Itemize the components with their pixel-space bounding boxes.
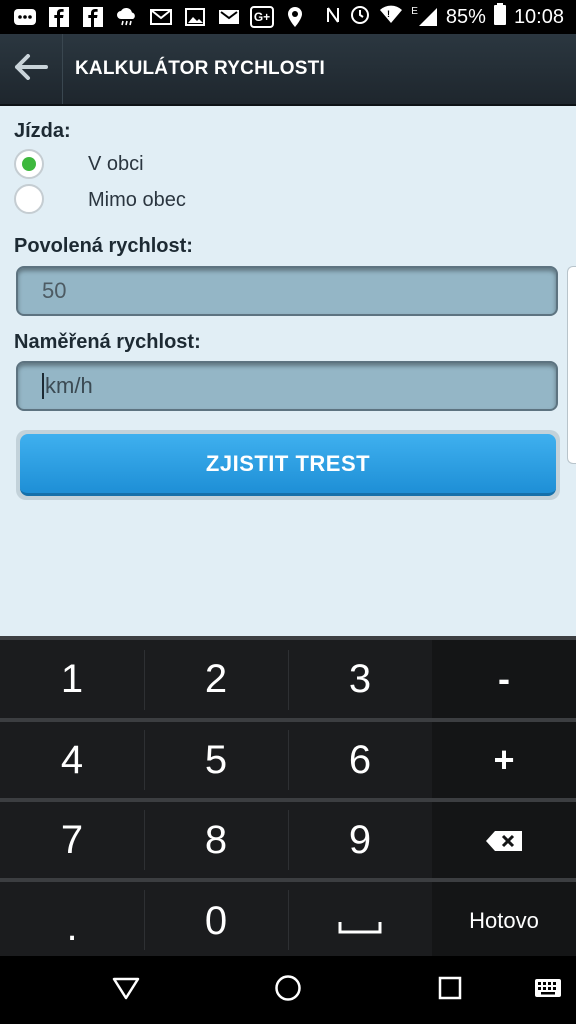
home-nav-button[interactable] [270, 972, 306, 1008]
radio-selected-dot [22, 157, 36, 171]
measured-speed-placeholder: km/h [45, 373, 93, 398]
measured-speed-input[interactable]: km/h [16, 361, 558, 411]
keyboard-col-divider [288, 810, 289, 870]
allowed-speed-label: Povolená rychlost: [14, 235, 193, 257]
wifi-icon: ! [379, 4, 403, 30]
key-dot[interactable]: . [0, 882, 144, 960]
key-1[interactable]: 1 [0, 640, 144, 718]
nfc-icon [325, 5, 341, 30]
battery-level: 85% [445, 5, 486, 28]
clock: 10:08 [513, 5, 564, 28]
radio-label-v-obci[interactable]: V obci [88, 153, 144, 176]
bbm-icon [12, 6, 38, 28]
allowed-speed-value: 50 [42, 278, 67, 303]
email-icon [148, 6, 174, 28]
key-backspace[interactable] [432, 802, 576, 878]
key-0[interactable]: 0 [144, 882, 288, 960]
google-plus-icon: G+ [250, 6, 274, 28]
key-7[interactable]: 7 [0, 802, 144, 878]
submit-button-frame: ZJISTIT TREST [16, 430, 560, 500]
measured-speed-label: Naměřená rychlost: [14, 331, 201, 353]
keyboard-col-divider [288, 730, 289, 790]
square-recents-icon [438, 976, 462, 1005]
key-2[interactable]: 2 [144, 640, 288, 718]
radio-label-mimo-obec[interactable]: Mimo obec [88, 189, 186, 212]
ride-label: Jízda: [14, 120, 71, 142]
keyboard-col-divider [288, 650, 289, 710]
signal-icon: E [411, 7, 438, 27]
key-6[interactable]: 6 [288, 722, 432, 798]
keyboard-col-divider [288, 890, 289, 950]
space-bar-icon [338, 899, 382, 944]
allowed-speed-input[interactable]: 50 [16, 266, 558, 316]
key-4[interactable]: 4 [0, 722, 144, 798]
radio-mimo-obec[interactable] [14, 184, 44, 214]
page-title: KALKULÁTOR RYCHLOSTI [75, 58, 325, 79]
google-plus-text: G+ [253, 10, 271, 24]
speed-calculator-form: Jízda: V obci Mimo obec Povolená rychlos… [0, 106, 576, 636]
status-bar: G+ ! E 85% 10:08 [0, 0, 576, 34]
app-bar: KALKULÁTOR RYCHLOSTI [0, 34, 576, 106]
gmail-icon [216, 6, 242, 28]
system-navigation-bar [0, 956, 576, 1024]
arrow-left-icon [14, 53, 48, 85]
key-5[interactable]: 5 [144, 722, 288, 798]
key-minus[interactable]: - [432, 640, 576, 718]
keyboard-col-divider [144, 730, 145, 790]
battery-icon [493, 3, 506, 31]
keyboard-icon [534, 978, 562, 1003]
circle-home-icon [274, 974, 302, 1007]
side-drawer-handle[interactable] [567, 266, 576, 464]
recents-nav-button[interactable] [432, 972, 468, 1008]
keyboard-switch-button[interactable] [530, 972, 566, 1008]
text-cursor [42, 373, 44, 399]
svg-text:!: ! [387, 9, 390, 19]
back-nav-button[interactable] [108, 972, 144, 1008]
key-plus[interactable]: + [432, 722, 576, 798]
key-9[interactable]: 9 [288, 802, 432, 878]
back-button[interactable] [0, 34, 63, 104]
facebook-icon [80, 6, 106, 28]
keyboard-col-divider [144, 810, 145, 870]
key-3[interactable]: 3 [288, 640, 432, 718]
keyboard-col-divider [144, 890, 145, 950]
radio-v-obci[interactable] [14, 149, 44, 179]
backspace-icon [485, 819, 523, 861]
image-icon [182, 6, 208, 28]
facebook-icon [46, 6, 72, 28]
signal-label: E [411, 6, 418, 17]
key-done[interactable]: Hotovo [432, 882, 576, 960]
location-icon [282, 6, 308, 28]
numeric-keyboard: 1 2 3 - 4 5 6 + 7 8 9 . 0 Hotovo [0, 636, 576, 960]
keyboard-col-divider [144, 650, 145, 710]
key-space[interactable] [288, 882, 432, 960]
calculate-penalty-button[interactable]: ZJISTIT TREST [20, 434, 556, 496]
key-8[interactable]: 8 [144, 802, 288, 878]
weather-icon [114, 6, 140, 28]
triangle-back-icon [112, 976, 140, 1005]
alarm-icon [349, 3, 371, 31]
